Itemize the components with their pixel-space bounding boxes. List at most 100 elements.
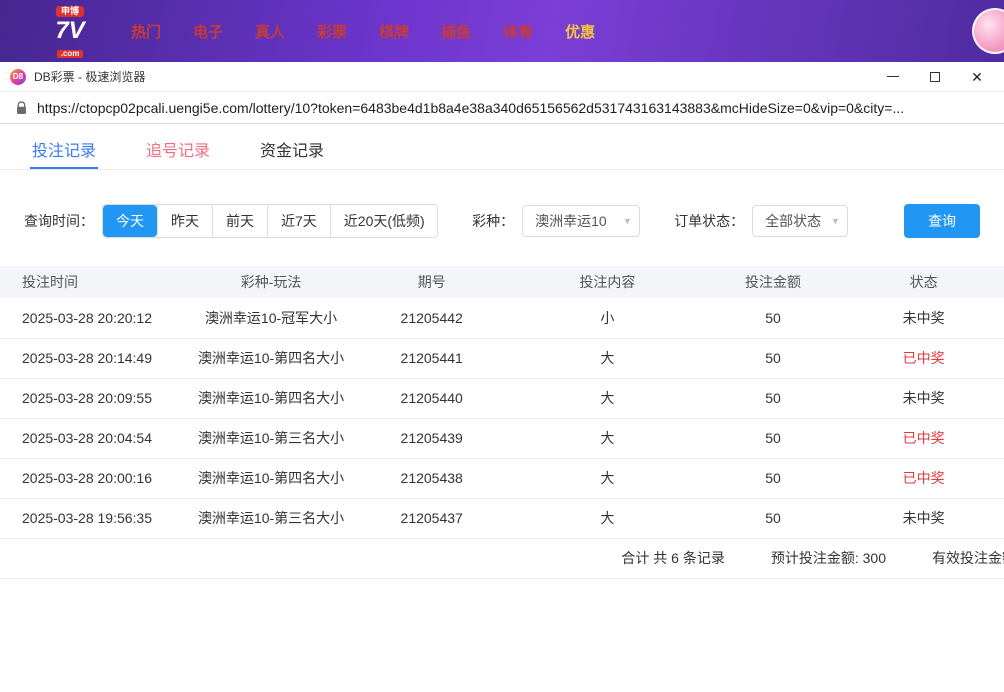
tab-chase-records[interactable]: 追号记录 xyxy=(144,124,212,169)
filter-bar: 查询时间： 今天 昨天 前天 近7天 近20天(低频) 彩种： 澳洲幸运10 ▾… xyxy=(0,170,1004,238)
bet-time-cell: 2025-03-28 20:00:16 xyxy=(0,458,191,499)
issue-cell: 21205439 xyxy=(351,418,512,459)
content-cell: 小 xyxy=(512,298,703,339)
nav-item-hot[interactable]: 热门 xyxy=(131,21,161,42)
time-filter-label: 查询时间： xyxy=(24,213,94,229)
time-option-20days[interactable]: 近20天(低频) xyxy=(329,205,438,237)
user-avatar[interactable] xyxy=(972,8,1004,54)
game-play-cell: 澳洲幸运10-冠军大小 xyxy=(190,298,352,339)
header-content: 投注内容 xyxy=(512,266,703,298)
address-bar: https://ctopcp02pcali.uengi5e.com/lotter… xyxy=(0,92,1004,124)
maximize-icon xyxy=(930,71,940,82)
amount-cell: 50 xyxy=(702,338,844,379)
bet-time-cell: 2025-03-28 20:14:49 xyxy=(0,338,191,379)
issue-cell: 21205440 xyxy=(351,378,512,419)
lottery-select[interactable]: 澳洲幸运10 ▾ xyxy=(522,205,641,237)
issue-cell: 21205441 xyxy=(351,338,512,379)
amount-cell: 50 xyxy=(702,418,844,459)
status-cell: 已中奖 xyxy=(843,338,1004,379)
amount-cell: 50 xyxy=(702,298,844,339)
nav-item-live[interactable]: 真人 xyxy=(255,21,285,42)
lock-icon xyxy=(16,100,27,115)
status-cell: 未中奖 xyxy=(843,378,1004,419)
table-row: 2025-03-28 20:09:55 澳洲幸运10-第四名大小 2120544… xyxy=(0,378,1004,419)
close-button[interactable]: ✕ xyxy=(970,70,984,84)
nav-item-cards[interactable]: 棋牌 xyxy=(379,21,409,42)
summary-bar: 合计 共 6 条记录 预计投注金额: 300 有效投注金额 xyxy=(0,539,1004,579)
summary-expected-amount: 预计投注金额: 300 xyxy=(770,550,886,566)
header-game-play: 彩种-玩法 xyxy=(190,266,352,298)
status-cell: 未中奖 xyxy=(843,498,1004,539)
amount-cell: 50 xyxy=(702,458,844,499)
game-play-cell: 澳洲幸运10-第三名大小 xyxy=(190,498,352,539)
game-play-cell: 澳洲幸运10-第四名大小 xyxy=(190,338,352,379)
bet-time-cell: 2025-03-28 20:04:54 xyxy=(0,418,191,459)
content-cell: 大 xyxy=(512,458,703,499)
logo-suffix: .com xyxy=(56,50,84,58)
game-play-cell: 澳洲幸运10-第四名大小 xyxy=(190,458,352,499)
nav-item-lottery[interactable]: 彩票 xyxy=(317,21,347,42)
site-nav: 热门 电子 真人 彩票 棋牌 捕鱼 体育 优惠 xyxy=(131,21,595,42)
summary-valid-amount: 有效投注金额 xyxy=(932,550,1004,566)
game-play-cell: 澳洲幸运10-第四名大小 xyxy=(190,378,352,419)
time-option-yesterday[interactable]: 昨天 xyxy=(157,205,212,237)
minimize-button[interactable] xyxy=(886,70,900,84)
time-option-7days[interactable]: 近7天 xyxy=(267,205,330,237)
table-row: 2025-03-28 20:20:12 澳洲幸运10-冠军大小 21205442… xyxy=(0,298,1004,339)
search-button[interactable]: 查询 xyxy=(904,204,980,238)
status-select-value: 全部状态 xyxy=(765,213,822,229)
time-option-daybefore[interactable]: 前天 xyxy=(212,205,267,237)
status-filter-label: 订单状态： xyxy=(674,213,745,229)
header-status: 状态 xyxy=(843,266,1004,298)
amount-cell: 50 xyxy=(702,498,844,539)
table-row: 2025-03-28 20:14:49 澳洲幸运10-第四名大小 2120544… xyxy=(0,338,1004,379)
table-row: 2025-03-28 20:00:16 澳洲幸运10-第四名大小 2120543… xyxy=(0,458,1004,499)
chevron-down-icon: ▾ xyxy=(624,215,631,228)
nav-item-slots[interactable]: 电子 xyxy=(193,21,223,42)
content-cell: 大 xyxy=(512,418,703,459)
header-issue: 期号 xyxy=(351,266,512,298)
order-status-select[interactable]: 全部状态 ▾ xyxy=(752,205,849,237)
site-logo[interactable]: 申博 7V .com xyxy=(45,2,95,60)
table-header-row: 投注时间 彩种-玩法 期号 投注内容 投注金额 状态 xyxy=(0,266,1004,298)
logo-badge: 申博 xyxy=(55,6,84,17)
tab-bet-records[interactable]: 投注记录 xyxy=(30,124,99,169)
close-icon: ✕ xyxy=(971,68,983,85)
bet-time-cell: 2025-03-28 20:09:55 xyxy=(0,378,191,419)
url-field[interactable]: https://ctopcp02pcali.uengi5e.com/lotter… xyxy=(37,100,904,116)
lottery-select-value: 澳洲幸运10 xyxy=(535,213,607,229)
table-row: 2025-03-28 19:56:35 澳洲幸运10-第三名大小 2120543… xyxy=(0,498,1004,539)
header-amount: 投注金额 xyxy=(702,266,844,298)
maximize-button[interactable] xyxy=(928,70,942,84)
browser-titlebar: D8 DB彩票 - 极速浏览器 ✕ xyxy=(0,62,1004,92)
content-cell: 大 xyxy=(512,378,703,419)
status-cell: 未中奖 xyxy=(843,298,1004,339)
bet-time-cell: 2025-03-28 19:56:35 xyxy=(0,498,191,539)
table-row: 2025-03-28 20:04:54 澳洲幸运10-第三名大小 2120543… xyxy=(0,418,1004,459)
issue-cell: 21205438 xyxy=(351,458,512,499)
bet-records-table: 投注时间 彩种-玩法 期号 投注内容 投注金额 状态 2025-03-28 20… xyxy=(0,266,1004,539)
issue-cell: 21205442 xyxy=(351,298,512,339)
nav-item-promo[interactable]: 优惠 xyxy=(565,21,595,42)
chevron-down-icon: ▾ xyxy=(832,215,839,228)
game-play-cell: 澳洲幸运10-第三名大小 xyxy=(190,418,352,459)
logo-text: 7V xyxy=(55,17,85,44)
header-bet-time: 投注时间 xyxy=(0,266,191,298)
nav-item-sports[interactable]: 体育 xyxy=(503,21,533,42)
window-title: DB彩票 - 极速浏览器 xyxy=(34,70,146,84)
tab-fund-records[interactable]: 资金记录 xyxy=(258,124,326,169)
minimize-icon xyxy=(887,76,899,77)
window-controls: ✕ xyxy=(886,70,994,84)
time-option-today[interactable]: 今天 xyxy=(103,205,157,237)
nav-item-fishing[interactable]: 捕鱼 xyxy=(441,21,471,42)
content-cell: 大 xyxy=(512,338,703,379)
record-tabs: 投注记录 追号记录 资金记录 xyxy=(0,124,1004,170)
browser-app-icon: D8 xyxy=(10,68,26,85)
time-range-group: 今天 昨天 前天 近7天 近20天(低频) xyxy=(102,204,439,238)
lottery-filter-label: 彩种： xyxy=(472,213,515,229)
bet-time-cell: 2025-03-28 20:20:12 xyxy=(0,298,191,339)
summary-total: 合计 共 6 条记录 xyxy=(621,550,725,566)
status-cell: 已中奖 xyxy=(843,458,1004,499)
site-header: 申博 7V .com 热门 电子 真人 彩票 棋牌 捕鱼 体育 优惠 xyxy=(0,0,1004,62)
content-cell: 大 xyxy=(512,498,703,539)
